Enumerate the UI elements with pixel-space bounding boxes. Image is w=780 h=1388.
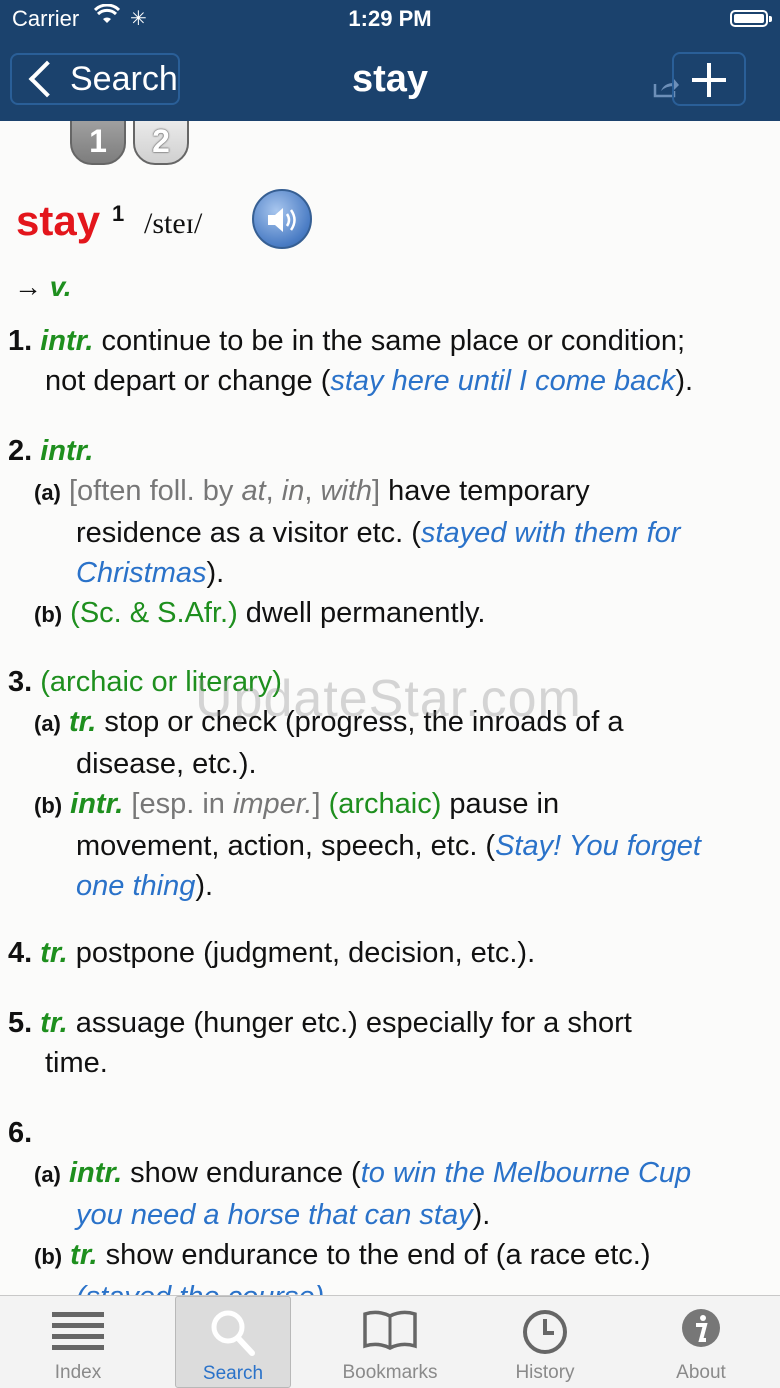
tab-search[interactable]: Search	[175, 1296, 291, 1388]
tab-bar: Index Search Bookmarks History About	[0, 1295, 780, 1388]
clock-time: 1:29 PM	[348, 6, 432, 31]
example: stay here until I come back	[330, 365, 676, 397]
info-icon	[682, 1309, 720, 1347]
speaker-icon	[268, 208, 296, 232]
tab-history[interactable]: History	[485, 1296, 605, 1388]
tab-bookmarks[interactable]: Bookmarks	[330, 1296, 450, 1388]
headword: stay	[16, 197, 101, 244]
navigation-bar: Search stay	[0, 40, 780, 121]
battery-icon	[730, 10, 772, 27]
sense-6: 6. (a) intr. show endurance (to win the …	[8, 1117, 692, 1295]
watermark: UpdateStar.com	[195, 670, 582, 728]
status-bar: Carrier ✳ 1:29 PM	[0, 0, 780, 40]
play-audio-button[interactable]	[252, 189, 312, 249]
part-of-speech: → v.	[14, 271, 72, 303]
sense-5: 5. tr. assuage (hunger etc.) especially …	[8, 1007, 632, 1079]
tab-index[interactable]: Index	[18, 1296, 138, 1388]
homograph-tab-1[interactable]: 1	[70, 121, 126, 165]
pos-arrow: →	[14, 271, 42, 302]
homograph-tab-2[interactable]: 2	[133, 121, 189, 165]
magnifier-icon	[211, 1310, 255, 1356]
book-icon	[363, 1310, 417, 1350]
list-icon	[52, 1312, 104, 1350]
entry-content[interactable]: 1 2 stay 1 /steɪ/ → v. 1. intr. continue…	[0, 121, 780, 1295]
sense-2: 2. intr. (a) [often foll. by at, in, wit…	[8, 435, 681, 629]
homograph-number: 1	[112, 201, 125, 226]
pos-label: v.	[49, 271, 72, 302]
sense-4: 4. tr. postpone (judgment, decision, etc…	[8, 937, 536, 969]
pronunciation: /steɪ/	[144, 207, 203, 240]
add-bookmark-button[interactable]	[672, 52, 746, 106]
tab-about[interactable]: About	[641, 1296, 761, 1388]
clock-icon	[523, 1310, 567, 1354]
sense-1: 1. intr. continue to be in the same plac…	[8, 325, 694, 397]
